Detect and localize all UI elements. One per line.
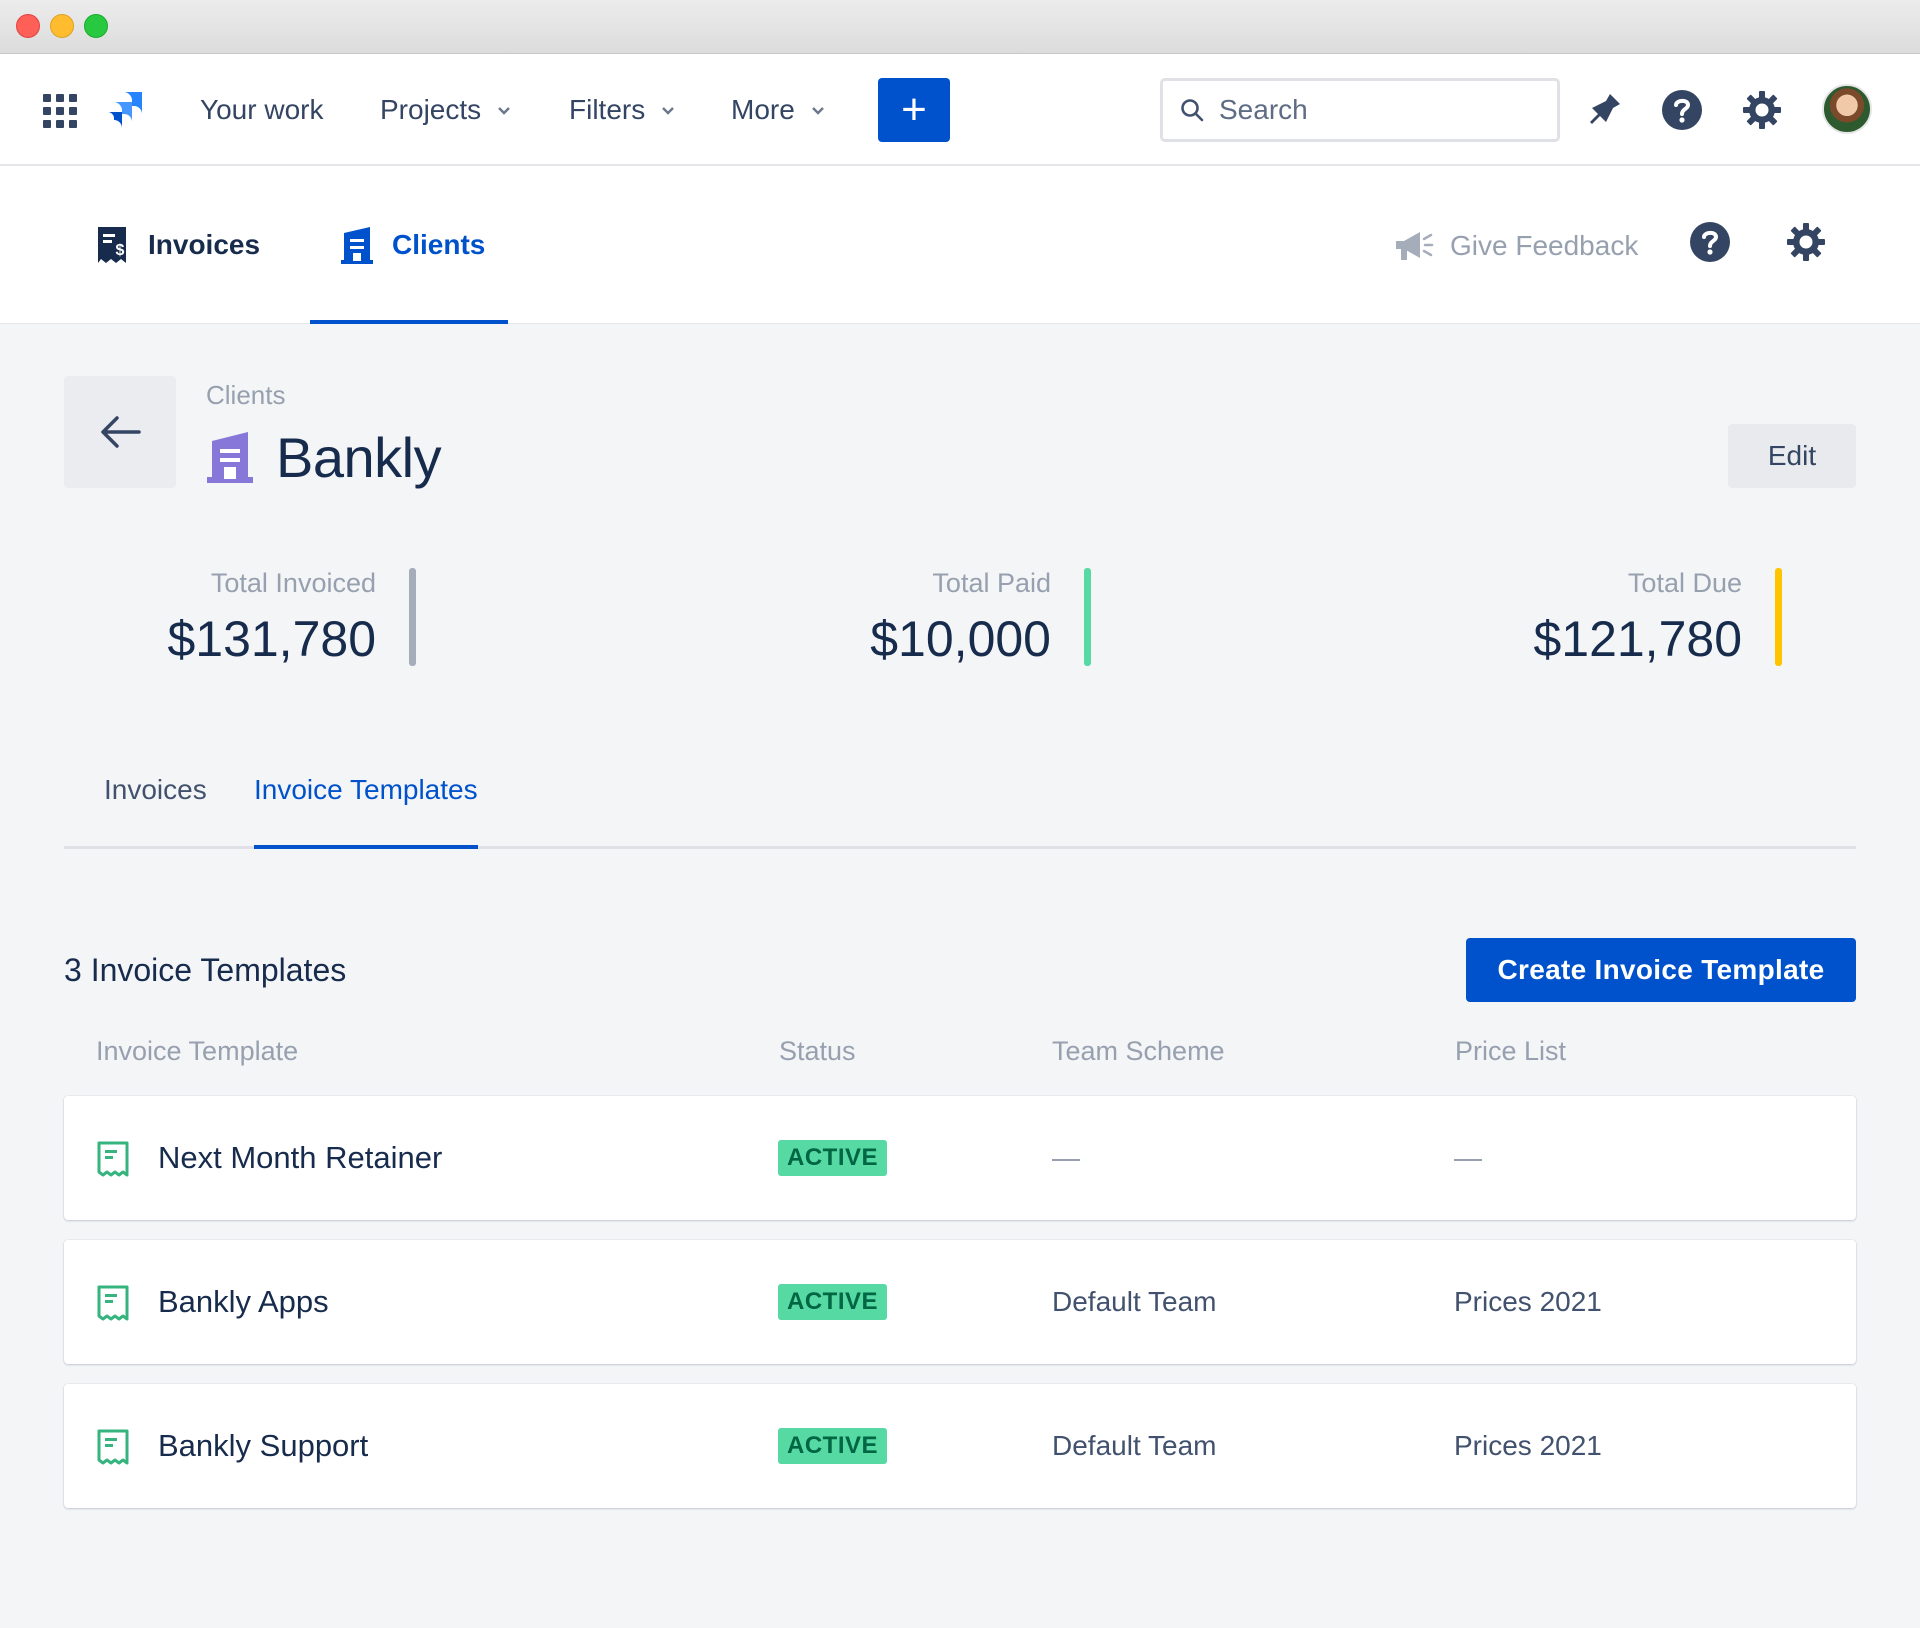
- help-icon[interactable]: [1688, 220, 1732, 264]
- search-input[interactable]: [1219, 94, 1519, 126]
- status-badge: ACTIVE: [778, 1140, 888, 1176]
- search-field[interactable]: [1160, 78, 1560, 142]
- nav-filters-label: Filters: [569, 94, 646, 125]
- app-subnav: $ Invoices Clients Give Feedback: [0, 166, 1920, 324]
- template-name: Next Month Retainer: [158, 1140, 443, 1175]
- stat-total-paid: Total Paid $10,000: [870, 566, 1091, 670]
- column-header-status: Status: [779, 1036, 856, 1066]
- window-titlebar: [0, 0, 1920, 54]
- give-feedback-button[interactable]: Give Feedback: [1394, 226, 1638, 266]
- stat-label: Total Invoiced: [210, 568, 376, 598]
- app-switcher-icon[interactable]: [43, 94, 77, 128]
- plus-icon: +: [901, 85, 927, 134]
- subnav-tab-clients[interactable]: Clients: [340, 222, 485, 268]
- table-row[interactable]: Next Month Retainer ACTIVE: [64, 1096, 1856, 1220]
- top-navigation: Your work Projects Filters More +: [0, 54, 1920, 166]
- notification-icon[interactable]: [1582, 88, 1626, 132]
- empty-dash: [1454, 1158, 1482, 1161]
- receipt-icon: [97, 1141, 129, 1177]
- template-name: Bankly Apps: [158, 1284, 329, 1319]
- client-name: Bankly: [276, 425, 442, 489]
- minimize-window-button[interactable]: [50, 14, 74, 38]
- nav-filters[interactable]: Filters: [569, 92, 675, 128]
- table-row[interactable]: Bankly Apps ACTIVE Default Team Prices 2…: [64, 1240, 1856, 1364]
- page-title: Bankly: [206, 422, 442, 492]
- price-list-value: Prices 2021: [1454, 1430, 1602, 1461]
- create-button[interactable]: +: [878, 78, 950, 142]
- search-icon: [1181, 99, 1204, 122]
- status-badge: ACTIVE: [778, 1428, 888, 1464]
- nav-your-work-label: Your work: [200, 94, 324, 125]
- subnav-tab-clients-label: Clients: [392, 229, 486, 260]
- settings-icon[interactable]: [1784, 220, 1828, 264]
- jira-logo-icon[interactable]: [106, 88, 146, 132]
- active-tab-indicator: [254, 845, 478, 849]
- user-avatar[interactable]: [1822, 84, 1872, 134]
- stat-indicator-bar: [1775, 568, 1782, 666]
- nav-more-label: More: [731, 94, 795, 125]
- price-list-value: [1454, 1142, 1482, 1174]
- column-header-team-scheme: Team Scheme: [1052, 1036, 1225, 1066]
- stat-label: Total Due: [1627, 568, 1742, 598]
- client-building-icon: [341, 227, 373, 264]
- close-window-button[interactable]: [16, 14, 40, 38]
- tab-invoice-templates[interactable]: Invoice Templates: [254, 774, 478, 806]
- svg-text:$: $: [116, 242, 125, 259]
- stat-total-due: Total Due $121,780: [1533, 566, 1782, 670]
- client-building-icon: [207, 432, 253, 483]
- receipt-icon: [97, 1429, 129, 1465]
- stat-indicator-bar: [409, 568, 416, 666]
- invoice-dollar-icon: $: [98, 227, 126, 263]
- stat-indicator-bar: [1084, 568, 1091, 666]
- stat-total-invoiced: Total Invoiced $131,780: [167, 566, 416, 670]
- team-scheme-value: Default Team: [1052, 1430, 1217, 1461]
- chevron-down-icon: [811, 107, 824, 115]
- stat-value: $10,000: [870, 611, 1051, 667]
- settings-icon[interactable]: [1740, 88, 1784, 132]
- megaphone-icon: [1396, 232, 1434, 260]
- edit-button[interactable]: Edit: [1728, 424, 1856, 488]
- column-header-price-list: Price List: [1455, 1036, 1567, 1066]
- nav-more[interactable]: More: [731, 92, 825, 128]
- section-title: 3 Invoice Templates: [64, 952, 347, 988]
- give-feedback-label: Give Feedback: [1450, 230, 1639, 261]
- subnav-tab-invoices[interactable]: $ Invoices: [96, 222, 260, 268]
- nav-your-work[interactable]: Your work: [200, 92, 323, 128]
- breadcrumb[interactable]: Clients: [206, 380, 285, 411]
- subnav-tab-invoices-label: Invoices: [148, 229, 261, 260]
- team-scheme-value: Default Team: [1052, 1286, 1217, 1317]
- receipt-icon: [97, 1285, 129, 1321]
- create-invoice-template-button[interactable]: Create Invoice Template: [1466, 938, 1856, 1002]
- team-scheme-value: [1052, 1142, 1080, 1174]
- nav-projects-label: Projects: [380, 94, 482, 125]
- price-list-value: Prices 2021: [1454, 1286, 1602, 1317]
- empty-dash: [1052, 1158, 1080, 1161]
- tab-invoices[interactable]: Invoices: [104, 774, 207, 806]
- nav-projects[interactable]: Projects: [380, 92, 511, 128]
- back-button[interactable]: [64, 376, 176, 488]
- active-subnav-indicator: [310, 320, 508, 324]
- back-arrow-icon: [101, 416, 141, 448]
- zoom-window-button[interactable]: [84, 14, 108, 38]
- app-window: Your work Projects Filters More + Search…: [0, 0, 1920, 1628]
- stat-value: $131,780: [167, 611, 376, 667]
- chevron-down-icon: [498, 107, 511, 115]
- template-name: Bankly Support: [158, 1428, 369, 1463]
- chevron-down-icon: [662, 107, 675, 115]
- column-header-template: Invoice Template: [96, 1036, 299, 1066]
- table-row[interactable]: Bankly Support ACTIVE Default Team Price…: [64, 1384, 1856, 1508]
- help-icon[interactable]: [1660, 88, 1704, 132]
- stat-label: Total Paid: [932, 568, 1051, 598]
- stat-value: $121,780: [1533, 611, 1742, 667]
- status-badge: ACTIVE: [778, 1284, 888, 1320]
